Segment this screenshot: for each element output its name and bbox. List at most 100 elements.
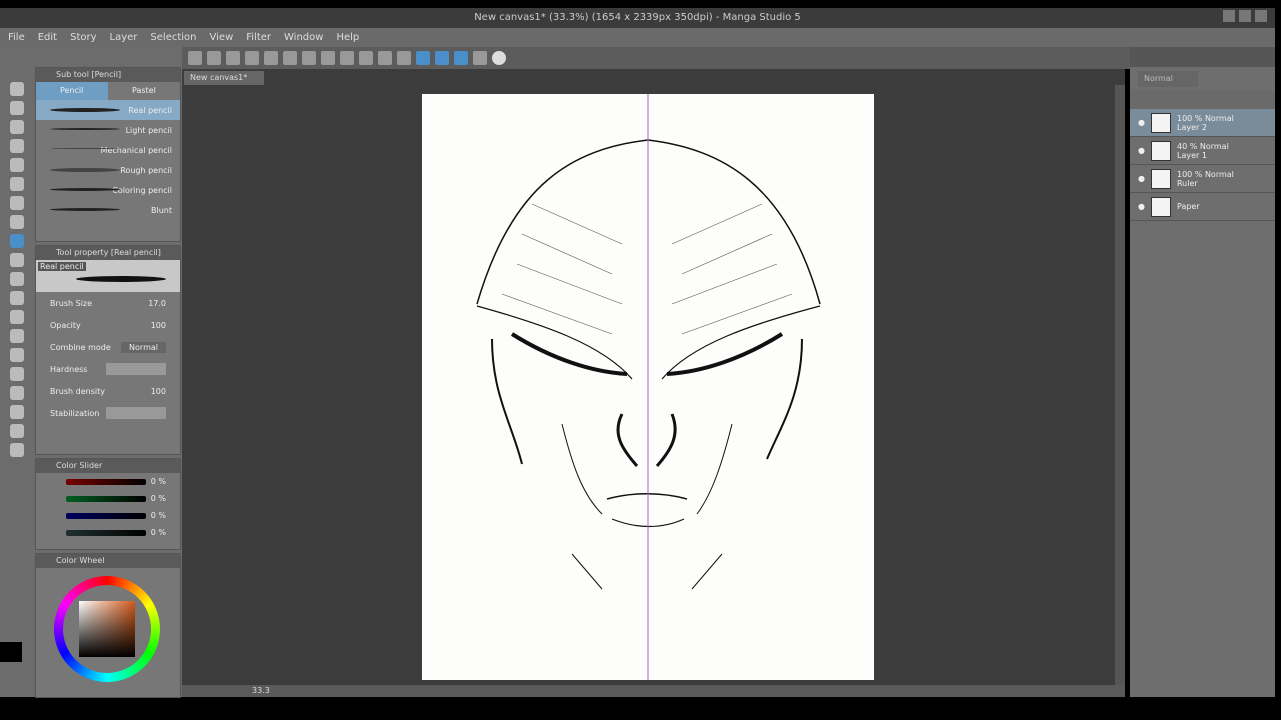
menu-layer[interactable]: Layer [110, 28, 138, 47]
blend-mode-select[interactable]: Normal [1138, 71, 1198, 87]
gradient-icon[interactable] [10, 367, 24, 381]
color-slider-value[interactable]: 0 % [151, 528, 166, 537]
ruler-icon[interactable] [10, 405, 24, 419]
eraser-icon[interactable] [10, 310, 24, 324]
main-color-swatch[interactable] [0, 642, 22, 662]
tab-pencil[interactable]: Pencil [36, 82, 108, 100]
snap-special-ruler-icon[interactable] [435, 51, 449, 65]
opacity-value[interactable]: 100 [151, 321, 166, 330]
eye-icon[interactable]: ● [1138, 202, 1145, 211]
color-slider-track[interactable] [66, 529, 146, 536]
undo-icon[interactable] [245, 51, 259, 65]
brush-item[interactable]: Light pencil [36, 120, 180, 140]
opacity-row[interactable]: Opacity 100 [36, 314, 180, 336]
color-slider-row[interactable]: 0 % [36, 524, 180, 541]
layer-item[interactable]: ● 100 % Normal Ruler [1130, 165, 1275, 193]
maximize-button[interactable] [1239, 10, 1251, 22]
layer-name: Layer 1 [1176, 150, 1207, 160]
eye-icon[interactable]: ● [1138, 118, 1145, 127]
zoom-value[interactable]: 33.3 [252, 686, 270, 695]
menu-story[interactable]: Story [70, 28, 96, 47]
decoration-icon[interactable] [10, 291, 24, 305]
layer-item[interactable]: ● 40 % Normal Layer 1 [1130, 137, 1275, 165]
close-button[interactable] [1255, 10, 1267, 22]
move-layer-icon[interactable] [10, 139, 24, 153]
crop-icon[interactable] [378, 51, 392, 65]
eye-icon[interactable]: ● [1138, 146, 1145, 155]
brush-size-row[interactable]: Brush Size 17.0 [36, 292, 180, 314]
menu-help[interactable]: Help [336, 28, 359, 47]
brush-item[interactable]: Mechanical pencil [36, 140, 180, 160]
layer-item[interactable]: ● Paper [1130, 193, 1275, 221]
combine-mode-row[interactable]: Combine mode Normal [36, 336, 180, 358]
pen-tool-icon[interactable] [10, 215, 24, 229]
figure-icon[interactable] [10, 386, 24, 400]
snap-grid-icon[interactable] [454, 51, 468, 65]
drawing-canvas[interactable] [422, 94, 874, 680]
brush-item[interactable]: Blunt [36, 200, 180, 220]
color-slider-value[interactable]: 0 % [151, 494, 166, 503]
color-slider-row[interactable]: 0 % [36, 473, 180, 490]
settings-menu-icon[interactable] [473, 51, 487, 65]
help-icon[interactable] [492, 51, 506, 65]
menu-edit[interactable]: Edit [38, 28, 57, 47]
brush-item[interactable]: Coloring pencil [36, 180, 180, 200]
new-icon[interactable] [188, 51, 202, 65]
redo-icon[interactable] [264, 51, 278, 65]
fill-tool-icon[interactable] [10, 348, 24, 362]
selection-tool-icon[interactable] [10, 158, 24, 172]
color-slider-row[interactable]: 0 % [36, 490, 180, 507]
color-slider-row[interactable]: 0 % [36, 507, 180, 524]
minimize-button[interactable] [1223, 10, 1235, 22]
brush-item[interactable]: Real pencil [36, 100, 180, 120]
blend-icon[interactable] [10, 329, 24, 343]
snap-ruler-icon[interactable] [416, 51, 430, 65]
menu-file[interactable]: File [8, 28, 25, 47]
move-tool-icon[interactable] [10, 101, 24, 115]
color-slider-track[interactable] [66, 478, 146, 485]
text-icon[interactable] [10, 424, 24, 438]
pencil-tool-icon[interactable] [10, 234, 24, 248]
eye-icon[interactable]: ● [1138, 174, 1145, 183]
density-row[interactable]: Brush density 100 [36, 380, 180, 402]
brush-size-value[interactable]: 17.0 [148, 299, 166, 308]
tab-pastel[interactable]: Pastel [108, 82, 180, 100]
brush-tool-icon[interactable] [10, 253, 24, 267]
vertical-scrollbar[interactable] [1115, 85, 1125, 685]
hue-ring[interactable] [54, 576, 160, 682]
transform-icon[interactable] [340, 51, 354, 65]
hardness-row[interactable]: Hardness [36, 358, 180, 380]
stabilization-row[interactable]: Stabilization [36, 402, 180, 424]
operation-tool-icon[interactable] [10, 120, 24, 134]
zoom-tool-icon[interactable] [10, 82, 24, 96]
menu-window[interactable]: Window [284, 28, 323, 47]
density-value[interactable]: 100 [151, 387, 166, 396]
eyedropper-icon[interactable] [10, 196, 24, 210]
airbrush-icon[interactable] [10, 272, 24, 286]
label: Brush Size [50, 298, 93, 308]
save-icon[interactable] [226, 51, 240, 65]
clear-icon[interactable] [283, 51, 297, 65]
menu-filter[interactable]: Filter [246, 28, 271, 47]
color-slider-value[interactable]: 0 % [151, 511, 166, 520]
combine-mode-select[interactable]: Normal [121, 341, 166, 353]
deselect-icon[interactable] [359, 51, 373, 65]
color-slider-track[interactable] [66, 512, 146, 519]
stabilization-selector[interactable] [106, 407, 166, 419]
fill-icon[interactable] [321, 51, 335, 65]
saturation-value-square[interactable] [79, 601, 135, 657]
layer-item[interactable]: ● 100 % Normal Layer 2 [1130, 109, 1275, 137]
layer-opacity: 100 % Normal [1176, 169, 1234, 179]
color-slider-value[interactable]: 0 % [151, 477, 166, 486]
auto-select-icon[interactable] [10, 177, 24, 191]
brush-item[interactable]: Rough pencil [36, 160, 180, 180]
balloon-icon[interactable] [10, 443, 24, 457]
menu-selection[interactable]: Selection [150, 28, 196, 47]
clear-outside-icon[interactable] [302, 51, 316, 65]
document-tab[interactable]: New canvas1* [184, 71, 264, 85]
color-slider-track[interactable] [66, 495, 146, 502]
hardness-selector[interactable] [106, 363, 166, 375]
invert-selection-icon[interactable] [397, 51, 411, 65]
open-icon[interactable] [207, 51, 221, 65]
menu-view[interactable]: View [210, 28, 234, 47]
